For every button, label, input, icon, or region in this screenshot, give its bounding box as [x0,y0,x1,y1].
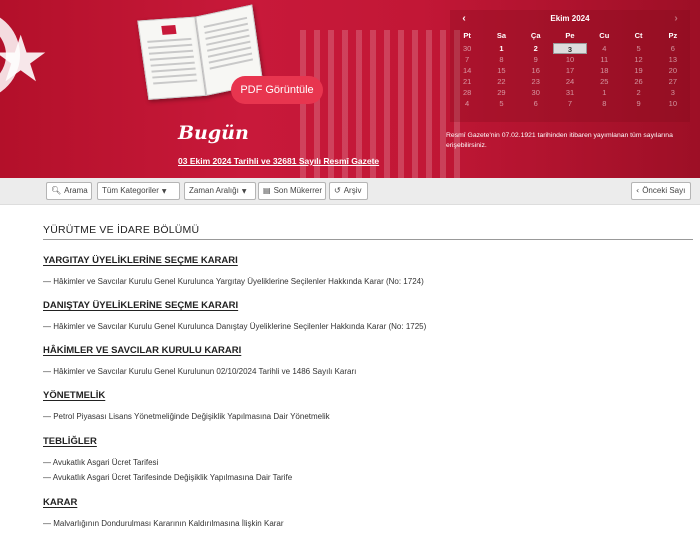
gazette-item-link[interactable]: — Hâkimler ve Savcılar Kurulu Genel Kuru… [43,277,424,286]
calendar-day[interactable]: 16 [519,65,553,76]
calendar-day[interactable]: 12 [621,54,655,65]
calendar-day[interactable]: 13 [656,54,690,65]
calendar-next-icon[interactable]: › [670,13,682,24]
gazette-item-link[interactable]: — Petrol Piyasası Lisans Yönetmeliğinde … [43,412,330,421]
category-title: HÂKİMLER VE SAVCILAR KURULU KARARI [43,345,242,356]
calendar-day[interactable]: 9 [519,54,553,65]
calendar-day-header: Cu [599,31,610,40]
gazette-item-link[interactable]: — Avukatlık Asgari Ücret Tarifesinde Değ… [43,473,292,482]
history-icon: ↺ [334,186,341,195]
calendar-day[interactable]: 31 [553,87,587,98]
category-select-label: Tüm Kategoriler [102,186,159,195]
calendar-day[interactable]: 6 [519,98,553,109]
gazette-item-link[interactable]: — Avukatlık Asgari Ücret Tarifesi [43,458,158,467]
today-gazette-link[interactable]: 03 Ekim 2024 Tarihli ve 32681 Sayılı Res… [178,156,379,166]
calendar-day[interactable]: 11 [587,54,621,65]
calendar-day[interactable]: 28 [450,87,484,98]
calendar-day[interactable]: 2 [519,43,553,54]
calendar-day[interactable]: 20 [656,65,690,76]
gazette-item-link[interactable]: — Hâkimler ve Savcılar Kurulu Genel Kuru… [43,367,356,376]
calendar-day[interactable]: 5 [484,98,518,109]
calendar-day[interactable]: 6 [656,43,690,54]
calendar-day[interactable]: 19 [621,65,655,76]
calendar-day[interactable]: 30 [519,87,553,98]
calendar-day-header: Pe [565,31,575,40]
calendar-day-header: Ça [530,31,541,40]
chevron-down-icon: ▼ [241,188,247,195]
calendar-day[interactable]: 1 [484,43,518,54]
calendar-day[interactable]: 29 [484,87,518,98]
category-select[interactable]: Tüm Kategoriler ▼ [97,182,180,200]
calendar-day[interactable]: 23 [519,76,553,87]
calendar-note: Resmî Gazete'nin 07.02.1921 tarihinden i… [446,132,673,149]
calendar-day[interactable]: 5 [621,43,655,54]
search-icon: 🔍︎ [51,186,62,195]
search-button[interactable]: 🔍︎ Arama [46,182,92,200]
calendar-month-label: Ekim 2024 [550,14,590,23]
last-repeated-button[interactable]: ▤ Son Mükerrer [258,182,326,200]
calendar-day[interactable]: 30 [450,43,484,54]
chevron-down-icon: ▼ [161,188,167,195]
calendar-day[interactable]: 9 [621,98,655,109]
calendar-day[interactable]: 4 [450,98,484,109]
section-title: YÜRÜTME VE İDARE BÖLÜMÜ [43,224,693,240]
category-title: KARAR [43,497,78,508]
category-title: DANIŞTAY ÜYELİKLERİNE SEÇME KARARI [43,300,239,311]
calendar-day[interactable]: 7 [553,98,587,109]
archive-label: Arşiv [343,186,362,195]
date-range-select[interactable]: Zaman Aralığı ▼ [184,182,256,200]
calendar-day-header: Pz [668,31,678,40]
flag-star-icon: ★ [0,23,50,97]
calendar-day[interactable]: 3 [656,87,690,98]
hero-banner: ★ PDF Görüntüle Bugün 03 Ekim 2024 Tarih… [0,0,700,178]
date-range-label: Zaman Aralığı [189,186,239,195]
category-title: TEBLİĞLER [43,436,97,447]
last-repeated-label: Son Mükerrer [273,186,323,195]
category-title: YARGITAY ÜYELİKLERİNE SEÇME KARARI [43,255,238,266]
category-title: YÖNETMELİK [43,390,106,401]
calendar-grid: Pt Sa Ça Pe Cu Ct Pz 30 1 2 3 4 5 6 7 8 9 10 11 12 13 14 15 16 1… [450,27,690,109]
calendar-day-header: Ct [634,31,643,40]
calendar-day[interactable]: 27 [656,76,690,87]
calendar-day[interactable]: 26 [621,76,655,87]
calendar-day[interactable]: 4 [587,43,621,54]
calendar-day-header: Sa [496,31,507,40]
previous-issue-label: Önceki Sayı [642,186,686,195]
gazette-item-link[interactable]: — Malvarlığının Dondurulması Kararının K… [43,519,284,528]
calendar-day[interactable]: 3 [552,43,588,54]
calendar-day[interactable]: 22 [484,76,518,87]
calendar-day[interactable]: 1 [587,87,621,98]
archive-button[interactable]: ↺ Arşiv [329,182,368,200]
toolbar: 🔍︎ Arama Tüm Kategoriler ▼ Zaman Aralığı ▼ … [0,178,700,205]
calendar-day[interactable]: 25 [587,76,621,87]
search-button-label: Arama [64,186,88,195]
calendar-day-header: Pt [463,31,471,40]
calendar: ‹ Ekim 2024 › Pt Sa Ça Pe Cu Ct Pz 30 1 2 3 4 5 6 7 8 9 1… [450,10,690,122]
calendar-day[interactable]: 21 [450,76,484,87]
calendar-day[interactable]: 15 [484,65,518,76]
calendar-prev-icon[interactable]: ‹ [458,13,470,24]
pdf-view-button[interactable]: PDF Görüntüle [231,76,323,104]
document-icon: ▤ [263,186,271,195]
gazette-item-link[interactable]: — Hâkimler ve Savcılar Kurulu Genel Kuru… [43,322,426,331]
today-label: Bugün [178,122,249,144]
chevron-left-icon: ‹ [636,186,640,195]
calendar-day[interactable]: 14 [450,65,484,76]
calendar-day[interactable]: 2 [621,87,655,98]
calendar-day[interactable]: 10 [656,98,690,109]
calendar-day[interactable]: 10 [553,54,587,65]
calendar-day[interactable]: 18 [587,65,621,76]
calendar-day[interactable]: 8 [484,54,518,65]
calendar-day[interactable]: 17 [553,65,587,76]
calendar-day[interactable]: 7 [450,54,484,65]
calendar-day[interactable]: 8 [587,98,621,109]
previous-issue-button[interactable]: ‹ Önceki Sayı [631,182,691,200]
calendar-day[interactable]: 24 [553,76,587,87]
